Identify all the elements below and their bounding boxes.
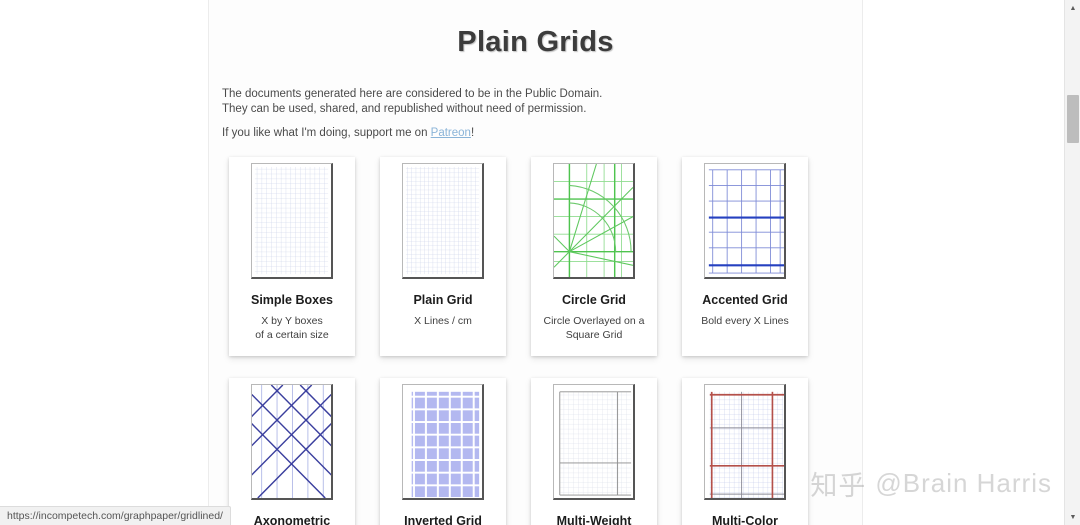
multi-weight-grid-icon: [559, 391, 632, 496]
thumbnail-circle-grid: [553, 163, 635, 279]
accented-grid-icon: [708, 169, 784, 274]
thumbnail-inverted-grid: [402, 384, 484, 500]
content-column: Plain Grids The documents generated here…: [208, 0, 863, 525]
patreon-link[interactable]: Patreon: [431, 127, 471, 139]
card-desc: X by Y boxes of a certain size: [235, 314, 349, 342]
intro-block: The documents generated here are conside…: [222, 87, 862, 139]
circle-overlay-grid-icon: [554, 164, 633, 277]
card-desc: X Lines / cm: [386, 314, 500, 328]
card-title: Axonometric: [253, 514, 331, 525]
scrollbar-thumb[interactable]: [1067, 95, 1079, 143]
card-desc: Bold every X Lines: [688, 314, 802, 328]
inverted-grid-icon: [411, 391, 480, 498]
grid-card-multi-color[interactable]: Multi-Color: [682, 378, 808, 525]
card-title: Circle Grid: [562, 293, 626, 307]
intro-line-2: They can be used, shared, and republishe…: [222, 103, 587, 115]
page-title: Plain Grids: [457, 26, 614, 58]
card-title: Accented Grid: [702, 293, 788, 307]
card-desc-line-1: X by Y boxes: [261, 315, 323, 327]
fine-square-grid-icon: [254, 166, 329, 275]
thumbnail-simple-boxes: [251, 163, 333, 279]
scroll-up-arrow-icon[interactable]: ▲: [1065, 0, 1080, 16]
vertical-scrollbar[interactable]: ▲ ▼: [1064, 0, 1080, 525]
browser-page-background: Plain Grids The documents generated here…: [0, 0, 1080, 525]
thumbnail-axonometric: [251, 384, 333, 500]
thumbnail-plain-grid: [402, 163, 484, 279]
grid-type-card-grid: Simple Boxes X by Y boxes of a certain s…: [209, 157, 862, 525]
support-line: If you like what I'm doing, support me o…: [222, 127, 862, 139]
card-desc: Circle Overlayed on a Square Grid: [537, 314, 651, 342]
support-prefix-text: If you like what I'm doing, support me o…: [222, 127, 431, 139]
grid-card-plain-grid[interactable]: Plain Grid X Lines / cm: [380, 157, 506, 356]
card-title: Multi-Color: [712, 514, 778, 525]
card-title: Plain Grid: [413, 293, 473, 307]
card-desc-line-2: Square Grid: [565, 329, 623, 341]
status-bar-url: https://incompetech.com/graphpaper/gridl…: [0, 506, 231, 525]
card-title: Inverted Grid: [404, 514, 482, 525]
fine-square-grid-icon: [405, 166, 480, 275]
grid-card-multi-weight[interactable]: Multi-Weight: [531, 378, 657, 525]
card-desc-line-2: of a certain size: [255, 329, 329, 341]
intro-line-1: The documents generated here are conside…: [222, 88, 603, 100]
scroll-down-arrow-icon[interactable]: ▼: [1065, 509, 1080, 525]
card-desc-line-1: X Lines / cm: [414, 315, 472, 327]
grid-card-inverted-grid[interactable]: Inverted Grid: [380, 378, 506, 525]
support-suffix-text: !: [470, 127, 475, 139]
card-desc-line-1: Circle Overlayed on a: [543, 315, 645, 327]
axonometric-grid-icon: [252, 385, 331, 498]
thumbnail-multi-color: [704, 384, 786, 500]
card-title: Simple Boxes: [251, 293, 333, 307]
card-title: Multi-Weight: [556, 514, 632, 525]
watermark-handle: @Brain Harris: [875, 468, 1052, 498]
grid-card-accented-grid[interactable]: Accented Grid Bold every X Lines: [682, 157, 808, 356]
thumbnail-accented-grid: [704, 163, 786, 279]
grid-card-simple-boxes[interactable]: Simple Boxes X by Y boxes of a certain s…: [229, 157, 355, 356]
thumbnail-multi-weight: [553, 384, 635, 500]
multi-color-grid-icon: [709, 391, 784, 498]
grid-card-axonometric[interactable]: Axonometric: [229, 378, 355, 525]
card-desc-line-1: Bold every X Lines: [701, 315, 789, 327]
grid-card-circle-grid[interactable]: Circle Grid Circle Overlayed on a Square…: [531, 157, 657, 356]
